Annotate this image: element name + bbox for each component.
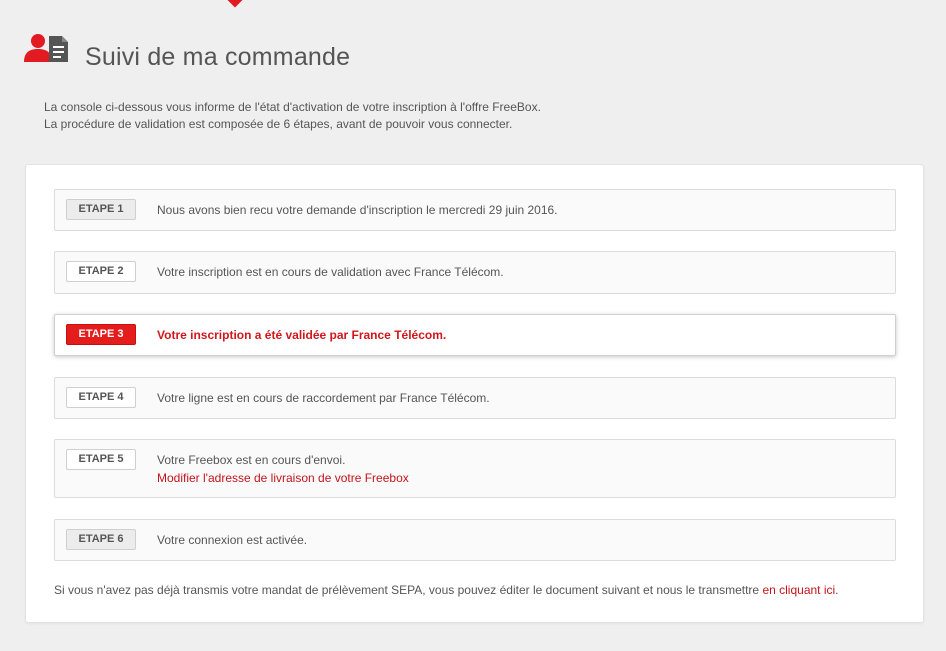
sepa-click-here-link[interactable]: en cliquant ici: [762, 583, 835, 597]
step-5: ETAPE 5 Votre Freebox est en cours d'env…: [54, 439, 896, 498]
step-badge: ETAPE 6: [66, 529, 136, 550]
intro-text: La console ci-dessous vous informe de l'…: [44, 99, 541, 133]
step-badge: ETAPE 5: [66, 449, 136, 470]
step-text: Nous avons bien recu votre demande d'ins…: [157, 203, 558, 217]
footnote-suffix: .: [835, 583, 839, 597]
step-2: ETAPE 2 Votre inscription est en cours d…: [54, 251, 896, 294]
step-badge: ETAPE 2: [66, 261, 136, 282]
intro-line-2: La procédure de validation est composée …: [44, 117, 513, 131]
footnote-text: Si vous n'avez pas déjà transmis votre m…: [54, 583, 763, 597]
step-4: ETAPE 4 Votre ligne est en cours de racc…: [54, 377, 896, 419]
step-1: ETAPE 1 Nous avons bien recu votre deman…: [54, 189, 896, 231]
step-text: Votre ligne est en cours de raccordement…: [157, 391, 490, 405]
order-tracking-panel: ETAPE 1 Nous avons bien recu votre deman…: [25, 164, 924, 623]
step-badge: ETAPE 3: [66, 324, 136, 345]
intro-line-1: La console ci-dessous vous informe de l'…: [44, 100, 541, 114]
step-text: Votre inscription est en cours de valida…: [157, 265, 504, 279]
step-6: ETAPE 6 Votre connexion est activée.: [54, 519, 896, 561]
user-document-icon: [24, 34, 68, 62]
page-title: Suivi de ma commande: [85, 43, 351, 71]
step-text: Votre connexion est activée.: [157, 533, 308, 547]
step-text: Votre inscription a été validée par Fran…: [157, 328, 447, 342]
sepa-footnote: Si vous n'avez pas déjà transmis votre m…: [54, 583, 839, 597]
step-badge: ETAPE 1: [66, 199, 136, 220]
top-nav-indicator: [226, 0, 244, 8]
step-text: Votre Freebox est en cours d'envoi.: [157, 453, 346, 467]
step-badge: ETAPE 4: [66, 387, 136, 408]
modify-delivery-address-link[interactable]: Modifier l'adresse de livraison de votre…: [157, 471, 409, 485]
step-3: ETAPE 3 Votre inscription a été validée …: [54, 314, 896, 356]
